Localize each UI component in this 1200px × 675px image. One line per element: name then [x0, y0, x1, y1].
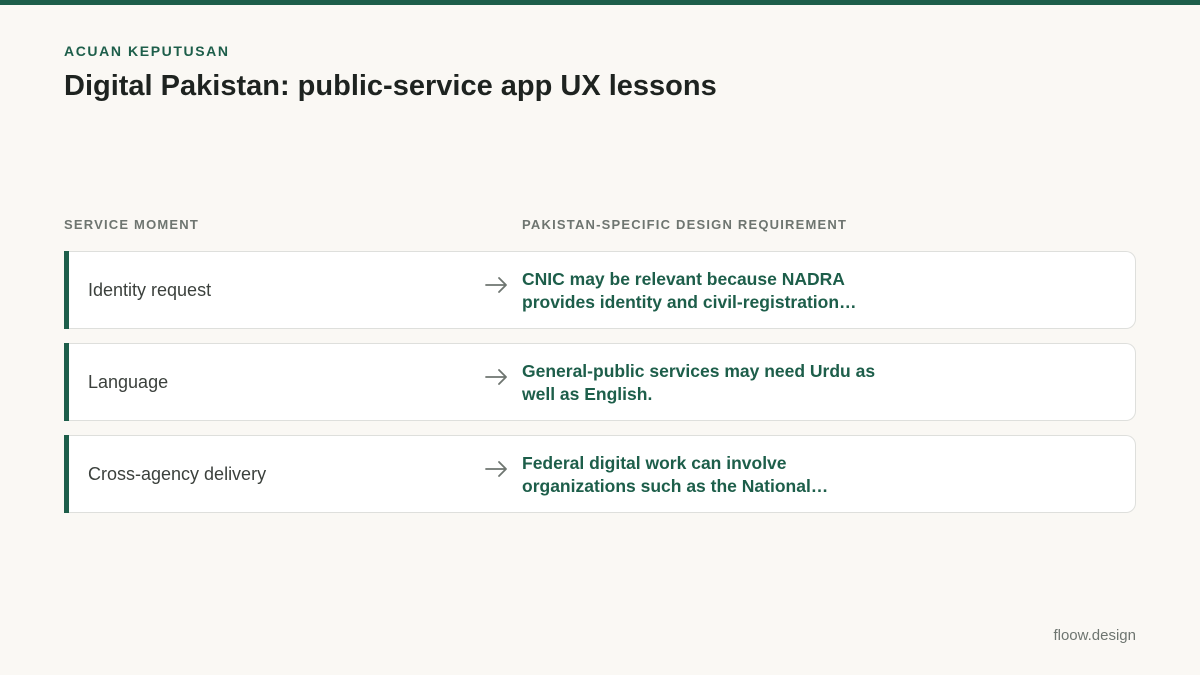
requirement-line: General-public services may need Urdu as [522, 361, 876, 381]
service-moment-label: Cross-agency delivery [88, 463, 267, 484]
lesson-row-identity: Identity request CNIC may be relevant be… [64, 251, 1136, 329]
lesson-row-cross-agency: Cross-agency delivery Federal digital wo… [64, 435, 1136, 513]
requirement-line: Federal digital work can involve [522, 453, 787, 473]
arrow-right-icon [485, 369, 507, 385]
requirement-line: CNIC may be relevant because NADRA [522, 269, 845, 289]
arrow-right-icon [485, 461, 507, 477]
column-header-service-moment: SERVICE MOMENT [64, 217, 200, 232]
design-requirement-text: CNIC may be relevant because NADRA provi… [522, 268, 902, 314]
design-requirement-text: Federal digital work can involve organiz… [522, 452, 902, 498]
lesson-row-language: Language General-public services may nee… [64, 343, 1136, 421]
lessons-list: Identity request CNIC may be relevant be… [64, 251, 1136, 527]
service-moment-label: Language [88, 371, 169, 392]
service-moment-label: Identity request [88, 279, 212, 300]
eyebrow-label: ACUAN KEPUTUSAN [64, 43, 230, 59]
column-header-design-requirement: PAKISTAN-SPECIFIC DESIGN REQUIREMENT [522, 217, 848, 232]
footer-brand: floow.design [1053, 627, 1136, 644]
page-title: Digital Pakistan: public-service app UX … [64, 70, 717, 102]
top-accent-bar [0, 0, 1200, 5]
requirement-line: organizations such as the National… [522, 476, 829, 496]
design-requirement-text: General-public services may need Urdu as… [522, 360, 902, 406]
requirement-line: well as English. [522, 384, 653, 404]
arrow-right-icon [485, 277, 507, 293]
requirement-line: provides identity and civil-registration… [522, 292, 857, 312]
